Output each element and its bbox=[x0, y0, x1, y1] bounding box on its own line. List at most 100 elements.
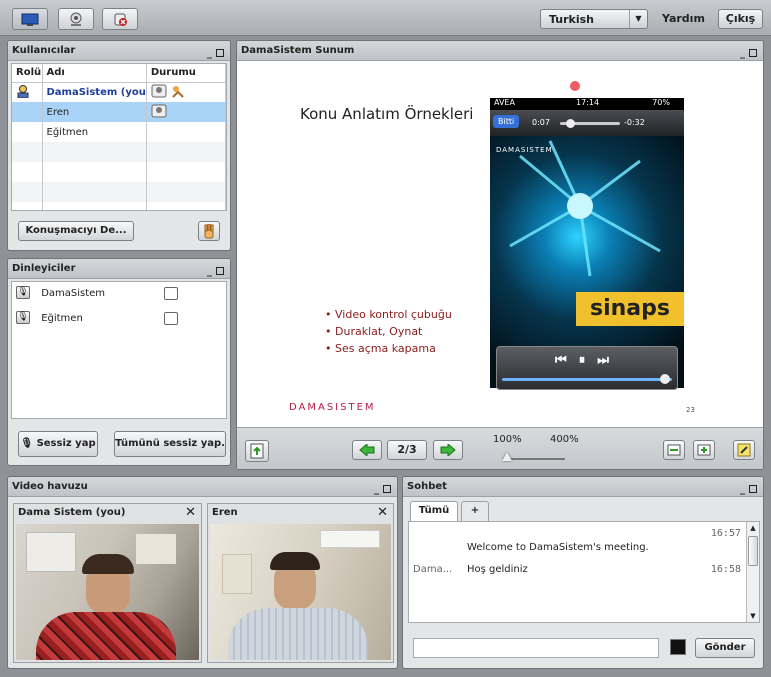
person-shirt bbox=[228, 608, 368, 660]
list-item[interactable]: 🎙 Eğitmen bbox=[16, 311, 222, 331]
mute-button[interactable]: 🎙 Sessiz yap bbox=[18, 431, 98, 457]
table-row bbox=[12, 182, 226, 202]
maximize-icon[interactable] bbox=[749, 485, 757, 493]
video-pool-title: Video havuzu bbox=[12, 481, 88, 492]
microphone-button[interactable] bbox=[102, 8, 138, 30]
person-shirt bbox=[36, 612, 176, 660]
user-name: DamaSistem (you bbox=[42, 82, 147, 102]
raise-hand-button[interactable] bbox=[198, 221, 220, 241]
chat-title: Sohbet bbox=[407, 481, 447, 492]
table-row[interactable]: Eren bbox=[12, 102, 226, 122]
maximize-icon[interactable] bbox=[216, 267, 224, 275]
fit-width-button[interactable] bbox=[663, 440, 685, 460]
mute-all-button[interactable]: Tümünü sessiz yap. bbox=[114, 431, 226, 457]
column-header-status[interactable]: Durumu bbox=[146, 64, 226, 83]
bullet-item: • Video kontrol çubuğu bbox=[325, 308, 452, 321]
panel-controls[interactable]: _ bbox=[374, 480, 391, 499]
close-icon[interactable]: ✕ bbox=[377, 504, 388, 522]
next-slide-button[interactable] bbox=[433, 440, 463, 460]
webcam-feed bbox=[210, 524, 391, 660]
neuron-illustration bbox=[509, 140, 661, 277]
tab-add[interactable]: + bbox=[461, 501, 489, 521]
listeners-panel-header: Dinleyiciler _ bbox=[8, 259, 230, 279]
phone-status-bar: AVEA 17:14 70% bbox=[494, 98, 670, 107]
phone-player-controls: ⏮⏸⏭ bbox=[496, 346, 678, 390]
panel-controls[interactable]: _ bbox=[207, 44, 224, 63]
table-row bbox=[12, 142, 226, 162]
slide-bullets: • Video kontrol çubuğu • Duraklat, Oynat… bbox=[325, 306, 452, 357]
user-name: Eğitmen bbox=[42, 122, 147, 142]
arrow-right-icon bbox=[440, 442, 456, 458]
top-toolbar: Turkish ▼ Yardım Çıkış bbox=[0, 0, 771, 36]
video-tile-header: Eren ✕ bbox=[208, 504, 393, 522]
list-item[interactable]: 🎙 DamaSistem bbox=[16, 286, 222, 306]
chat-scrollbar[interactable]: ▲ ▼ bbox=[746, 522, 759, 622]
microphone-icon: 🎙 bbox=[16, 286, 30, 299]
presentation-toolbar: 2/3 100% 400% bbox=[237, 427, 763, 469]
color-picker[interactable] bbox=[670, 639, 686, 655]
chat-header: Sohbet _ bbox=[403, 477, 763, 497]
zoom-min-label: 100% bbox=[493, 434, 522, 445]
webcam-button[interactable] bbox=[58, 8, 94, 30]
desktop-share-button[interactable] bbox=[12, 8, 48, 30]
scroll-down-icon[interactable]: ▼ bbox=[747, 610, 759, 622]
maximize-icon[interactable] bbox=[749, 49, 757, 57]
help-link[interactable]: Yardım bbox=[662, 12, 705, 25]
column-header-role[interactable]: Rolü bbox=[12, 64, 43, 83]
chat-message: Dama... Hoş geldiniz 16:58 bbox=[409, 562, 745, 582]
chat-input[interactable] bbox=[413, 638, 659, 658]
message-time: 16:58 bbox=[710, 564, 741, 575]
users-panel-header: Kullanıcılar _ bbox=[8, 41, 230, 61]
presentation-panel-header: DamaSistem Sunum _ bbox=[237, 41, 763, 61]
mute-button-label: Sessiz yap bbox=[36, 438, 96, 449]
webcam-status-icon[interactable] bbox=[151, 104, 167, 118]
page-indicator: 2/3 bbox=[387, 440, 427, 460]
panel-controls[interactable]: _ bbox=[740, 480, 757, 499]
tab-all[interactable]: Tümü bbox=[410, 501, 458, 521]
users-panel: Kullanıcılar _ Rolü Adı Durumu DamaSiste… bbox=[7, 40, 231, 251]
phone-screenshot: AVEA 17:14 70% Bitti 0:07 -0:32 DamaSist… bbox=[490, 98, 684, 390]
listener-name: DamaSistem bbox=[41, 287, 106, 299]
annotate-button[interactable] bbox=[733, 440, 755, 460]
presenter-icon bbox=[172, 85, 184, 98]
zoom-slider-track[interactable] bbox=[503, 458, 565, 460]
scroll-up-icon[interactable]: ▲ bbox=[747, 522, 759, 534]
listeners-list: 🎙 DamaSistem 🎙 Eğitmen bbox=[11, 281, 227, 419]
message-text: Hoş geldiniz bbox=[467, 564, 528, 575]
message-text: Welcome to DamaSistem's meeting. bbox=[467, 542, 649, 553]
send-button[interactable]: Gönder bbox=[695, 638, 755, 658]
moderator-icon bbox=[17, 84, 29, 99]
previous-slide-button[interactable] bbox=[352, 440, 382, 460]
set-speaker-button[interactable]: Konuşmacıyı De... bbox=[18, 221, 134, 241]
listener-name: Eğitmen bbox=[41, 312, 83, 324]
hand-icon bbox=[204, 223, 214, 239]
column-header-name[interactable]: Adı bbox=[42, 64, 147, 83]
webcam-status-icon[interactable] bbox=[151, 84, 167, 98]
panel-controls[interactable]: _ bbox=[207, 262, 224, 281]
laser-pointer bbox=[570, 81, 580, 91]
chevron-down-icon: ▼ bbox=[629, 10, 647, 28]
maximize-icon[interactable] bbox=[383, 485, 391, 493]
lock-icon[interactable] bbox=[164, 287, 178, 300]
zoom-slider-thumb[interactable] bbox=[502, 452, 512, 461]
table-row[interactable]: DamaSistem (you bbox=[12, 82, 226, 102]
microphone-icon: 🎙 bbox=[16, 311, 30, 324]
lock-icon[interactable] bbox=[164, 312, 178, 325]
video-tile-header: Dama Sistem (you) ✕ bbox=[14, 504, 201, 522]
player-buttons: ⏮⏸⏭ bbox=[555, 353, 621, 368]
exit-button[interactable]: Çıkış bbox=[718, 9, 763, 29]
presentation-title: DamaSistem Sunum bbox=[241, 45, 355, 56]
volume-slider bbox=[502, 378, 672, 381]
language-select[interactable]: Turkish ▼ bbox=[540, 9, 648, 29]
mute-icon bbox=[114, 13, 127, 26]
video-owner-name: Dama Sistem (you) bbox=[18, 507, 126, 518]
close-icon[interactable]: ✕ bbox=[185, 504, 196, 522]
table-row[interactable]: Eğitmen bbox=[12, 122, 226, 142]
maximize-icon[interactable] bbox=[216, 49, 224, 57]
slide-canvas: Konu Anlatım Örnekleri • Video kontrol ç… bbox=[237, 61, 763, 427]
fit-page-button[interactable] bbox=[693, 440, 715, 460]
users-table: Rolü Adı Durumu DamaSistem (you Eren Eği… bbox=[11, 63, 227, 211]
scroll-thumb[interactable] bbox=[748, 536, 758, 566]
phone-video-controls: Bitti 0:07 -0:32 bbox=[490, 110, 684, 136]
upload-button[interactable] bbox=[245, 440, 269, 462]
